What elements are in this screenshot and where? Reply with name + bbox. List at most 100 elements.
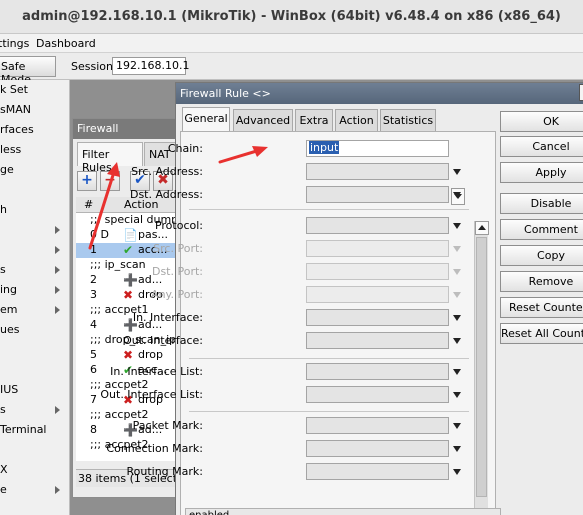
sidebar-item[interactable]: less [0, 140, 70, 160]
chevron-right-icon [55, 286, 60, 294]
sidebar-item[interactable] [0, 360, 70, 380]
ok-button[interactable]: OK [500, 111, 583, 132]
rule-field[interactable] [306, 186, 449, 203]
menu-settings[interactable]: ttings [0, 37, 29, 50]
field-label: Packet Mark: [132, 419, 203, 432]
sidebar-item-label: less [0, 143, 22, 156]
rule-action-icon: ✔ [123, 243, 134, 257]
rule-field[interactable] [306, 417, 449, 434]
chevron-down-icon[interactable] [451, 363, 463, 380]
sidebar-item[interactable]: X [0, 460, 70, 480]
chevron-down-icon[interactable] [451, 309, 463, 326]
sidebar-item-label: ing [0, 283, 18, 296]
sidebar-item[interactable] [0, 440, 70, 460]
rule-field[interactable] [306, 217, 449, 234]
rule-field [306, 263, 449, 280]
apply-button[interactable]: Apply [500, 162, 583, 183]
rule-number: 3 [90, 288, 97, 301]
chevron-down-icon[interactable] [451, 217, 463, 234]
chevron-down-icon[interactable] [451, 386, 463, 403]
sidebar-item-label: IUS [0, 383, 19, 396]
session-label: Session: [71, 60, 117, 73]
close-icon[interactable] [579, 84, 583, 101]
copy-button[interactable]: Copy [500, 245, 583, 266]
tab-statistics[interactable]: Statistics [380, 109, 436, 131]
sidebar-item[interactable] [0, 220, 70, 240]
tab-filter-rules[interactable]: Filter Rules [77, 142, 143, 174]
sidebar-item[interactable]: h [0, 200, 70, 220]
sidebar-item[interactable]: rfaces [0, 120, 70, 140]
add-icon[interactable]: + [77, 171, 97, 191]
rule-number: 6 [90, 363, 97, 376]
sidebar-item[interactable]: em [0, 300, 70, 320]
table-row[interactable]: 5 ✖ drop [76, 348, 180, 363]
rule-field[interactable] [306, 309, 449, 326]
rule-field[interactable] [306, 463, 449, 480]
sidebar-item[interactable]: ues [0, 320, 70, 340]
rule-field[interactable] [306, 363, 449, 380]
rule-action-icon: ✖ [123, 348, 134, 362]
rule-dialog-title: Firewall Rule <> [176, 83, 583, 104]
scroll-thumb[interactable] [476, 237, 487, 497]
chevron-right-icon [55, 246, 60, 254]
rule-field [306, 286, 449, 303]
chevron-down-icon[interactable] [451, 463, 463, 480]
tab-extra[interactable]: Extra [295, 109, 333, 131]
rule-number: 5 [90, 348, 97, 361]
remove-icon[interactable]: − [100, 171, 120, 191]
sidebar-item-label: Terminal [0, 423, 47, 436]
cancel-button[interactable]: Cancel [500, 136, 583, 157]
general-panel: enabled Chain: input Src. Address: Dst. Add… [100, 131, 501, 515]
chevron-right-icon [55, 486, 60, 494]
field-label: Dst. Port: [151, 265, 203, 278]
field-label: Dst. Address: [129, 188, 203, 201]
safe-mode-button[interactable]: Safe Mode [0, 56, 56, 86]
sidebar-item-label: em [0, 303, 18, 316]
chevron-down-icon[interactable] [451, 163, 463, 180]
comment-button[interactable]: Comment [500, 219, 583, 240]
sidebar-item[interactable] [0, 180, 70, 200]
vertical-scrollbar[interactable] [474, 221, 489, 515]
chevron-down-icon[interactable] [451, 186, 463, 203]
sidebar-item-label: s [0, 403, 6, 416]
chain-field[interactable]: input [306, 140, 449, 157]
rule-field[interactable] [306, 440, 449, 457]
rule-field[interactable] [306, 386, 449, 403]
tab-advanced[interactable]: Advanced [233, 109, 293, 131]
disable-button[interactable]: Disable [500, 193, 583, 214]
field-label: Src. Address: [131, 165, 203, 178]
tab-general[interactable]: General [182, 107, 230, 132]
remove-button[interactable]: Remove [500, 271, 583, 292]
sidebar-item[interactable] [0, 340, 70, 360]
sidebar-item[interactable]: sMAN [0, 100, 70, 120]
window-title: admin@192.168.10.1 (MikroTik) - WinBox (… [22, 9, 561, 24]
reset-all-counters-button[interactable]: Reset All Counters [500, 323, 583, 344]
column-number[interactable]: # [84, 198, 93, 211]
scroll-up-icon[interactable] [475, 221, 489, 235]
field-label: Out. Interface: [123, 334, 203, 347]
reset-counters-button[interactable]: Reset Counters [500, 297, 583, 318]
rule-status: enabled [185, 508, 501, 515]
field-value: input [309, 141, 340, 154]
sidebar-item[interactable]: Terminal [0, 420, 70, 440]
rule-field[interactable] [306, 332, 449, 349]
rule-field[interactable] [306, 163, 449, 180]
sidebar-item[interactable]: s [0, 260, 70, 280]
sidebar-item[interactable]: ing [0, 280, 70, 300]
sidebar-item[interactable]: k Set [0, 80, 70, 100]
sidebar-item[interactable]: e [0, 480, 70, 500]
rule-comment: ;;; ip_scan [90, 258, 146, 271]
sidebar-item[interactable] [0, 240, 70, 260]
sidebar-item[interactable]: IUS [0, 380, 70, 400]
field-label: Out. Interface List: [100, 388, 203, 401]
session-field[interactable]: 192.168.10.1 [112, 57, 189, 75]
sidebar-item[interactable]: ge [0, 160, 70, 180]
tab-action[interactable]: Action [335, 109, 378, 131]
chevron-down-icon[interactable] [451, 332, 463, 349]
sidebar-item[interactable]: s [0, 400, 70, 420]
chevron-down-icon[interactable] [451, 440, 463, 457]
divider [189, 209, 469, 210]
chevron-down-icon[interactable] [451, 417, 463, 434]
divider [189, 411, 469, 412]
menu-dashboard[interactable]: Dashboard [36, 37, 96, 50]
